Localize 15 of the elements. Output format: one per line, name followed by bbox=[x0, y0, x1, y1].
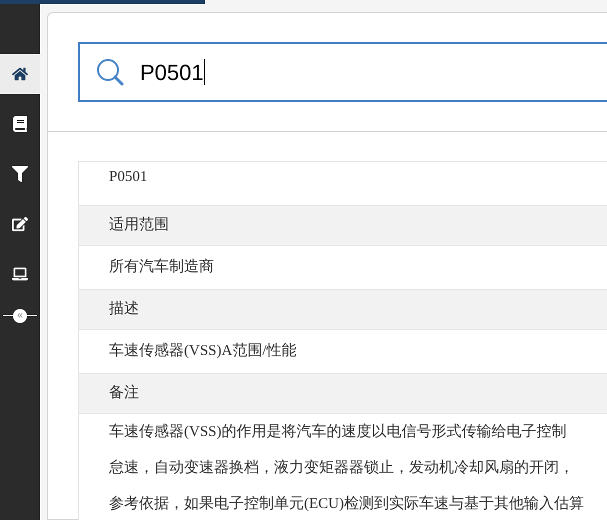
home-icon bbox=[12, 66, 28, 82]
book-icon bbox=[12, 116, 28, 132]
edit-icon bbox=[12, 216, 28, 232]
note-line: 参考依据，如果电子控制单元(ECU)检测到实际车速与基于其他输入估算 bbox=[109, 494, 585, 514]
search-field[interactable]: P0501 bbox=[78, 42, 607, 102]
section-header: 描述 bbox=[79, 290, 607, 330]
section-header: 备注 bbox=[79, 374, 607, 414]
filter-icon bbox=[12, 166, 28, 182]
sidebar-item[interactable] bbox=[0, 54, 40, 94]
section-header: 适用范围 bbox=[79, 206, 607, 246]
search-icon bbox=[96, 58, 124, 86]
laptop-icon bbox=[12, 266, 28, 282]
note-line: 车速传感器(VSS)的作用是将汽车的速度以电信号形式传输给电子控制 bbox=[109, 422, 568, 442]
note-line: 怠速，自动变速器换档，液力变矩器器锁止，发动机冷却风扇的开闭， bbox=[109, 458, 575, 478]
collapse-button[interactable]: « bbox=[13, 309, 27, 323]
